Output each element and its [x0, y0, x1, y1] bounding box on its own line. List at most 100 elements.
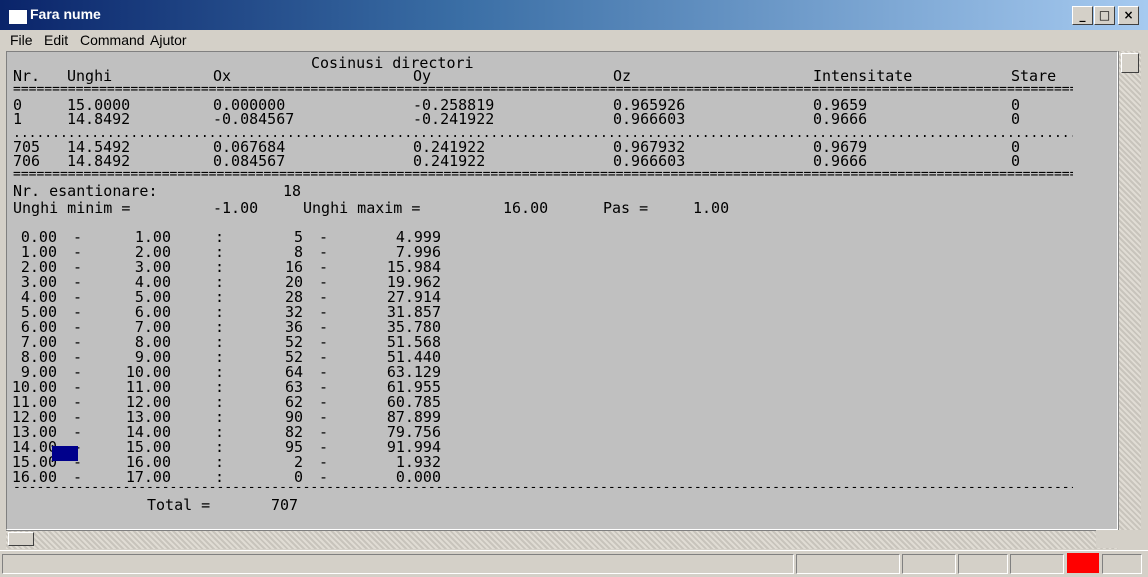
vertical-scrollbar[interactable]: [1118, 51, 1141, 530]
status-panel: [902, 554, 956, 574]
cell-stare: 0: [1011, 152, 1021, 170]
min-angle-label: Unghi minim =: [13, 199, 131, 217]
histogram-dash: -: [319, 258, 329, 276]
histogram-to: 5.00: [134, 288, 171, 306]
histogram-value: 61.955: [386, 378, 441, 396]
maximize-button[interactable]: □: [1094, 6, 1115, 25]
histogram-to: 3.00: [134, 258, 171, 276]
cell-oz: 0.966603: [613, 110, 686, 128]
histogram-value: 7.996: [395, 243, 441, 261]
minimize-icon: _: [1079, 8, 1086, 22]
histogram-to: 10.00: [125, 363, 171, 381]
histogram-from: 15.00: [11, 453, 57, 471]
horizontal-scrollbar[interactable]: [6, 530, 1118, 549]
histogram-to: 17.00: [125, 468, 171, 486]
histogram-colon: :: [215, 438, 225, 456]
histogram-from: 11.00: [11, 393, 57, 411]
histogram-dash: -: [319, 228, 329, 246]
report-heading: Cosinusi directori: [311, 54, 474, 72]
histogram-to: 14.00: [125, 423, 171, 441]
histogram-colon: :: [215, 273, 225, 291]
histogram-value: 4.999: [395, 228, 441, 246]
window-icon[interactable]: [8, 9, 28, 25]
menu-bar: File Edit Command Ajutor: [0, 30, 1148, 51]
histogram-dash: -: [73, 258, 83, 276]
status-panel: [796, 554, 900, 574]
histogram-to: 12.00: [125, 393, 171, 411]
cell-nr: 706: [13, 152, 41, 170]
histogram-dash: -: [319, 468, 329, 486]
vertical-scroll-thumb[interactable]: [1121, 53, 1139, 73]
histogram-dash: -: [73, 393, 83, 411]
horizontal-scroll-thumb[interactable]: [8, 532, 34, 546]
minimize-button[interactable]: _: [1072, 6, 1093, 25]
cell-nr: 1: [13, 110, 23, 128]
histogram-dash: -: [319, 273, 329, 291]
histogram-count: 36: [284, 318, 303, 336]
histogram-dash: -: [73, 243, 83, 261]
histogram-colon: :: [215, 408, 225, 426]
histogram-value: 1.932: [395, 453, 441, 471]
histogram-value: 35.780: [386, 318, 441, 336]
histogram-count: 82: [284, 423, 303, 441]
histogram-dash: -: [319, 363, 329, 381]
max-angle-value: 16.00: [503, 199, 549, 217]
histogram-from: 12.00: [11, 408, 57, 426]
histogram-colon: :: [215, 348, 225, 366]
histogram-dash: -: [73, 423, 83, 441]
cell-intensitate: 0.9666: [813, 110, 868, 128]
menu-ajutor[interactable]: Ajutor: [150, 32, 187, 48]
cell-ox: 0.084567: [213, 152, 286, 170]
max-angle-label: Unghi maxim =: [303, 199, 421, 217]
histogram-to: 13.00: [125, 408, 171, 426]
histogram-dash: -: [73, 318, 83, 336]
histogram-dash: -: [73, 348, 83, 366]
histogram-from: 16.00: [11, 468, 57, 486]
legend-swatch: [52, 446, 78, 461]
histogram-from: 1.00: [20, 243, 57, 261]
histogram-count: 2: [293, 453, 303, 471]
menu-edit[interactable]: Edit: [44, 32, 68, 48]
histogram-from: 7.00: [20, 333, 57, 351]
histogram-colon: :: [215, 333, 225, 351]
histogram-value: 63.129: [386, 363, 441, 381]
histogram-count: 8: [293, 243, 303, 261]
menu-command[interactable]: Command: [80, 32, 145, 48]
cell-unghi: 14.8492: [67, 152, 131, 170]
histogram-colon: :: [215, 423, 225, 441]
histogram-dash: -: [319, 423, 329, 441]
cell-oy: 0.241922: [413, 152, 486, 170]
title-bar[interactable]: Fara nume _ □ ×: [0, 0, 1148, 30]
histogram-to: 8.00: [134, 333, 171, 351]
histogram-to: 4.00: [134, 273, 171, 291]
histogram-from: 9.00: [20, 363, 57, 381]
sampling-label: Nr. esantionare:: [13, 182, 158, 200]
histogram-from: 0.00: [20, 228, 57, 246]
cell-oy: -0.241922: [413, 110, 495, 128]
col-nr: Nr.: [13, 67, 41, 85]
histogram-colon: :: [215, 393, 225, 411]
col-unghi: Unghi: [67, 67, 113, 85]
histogram-count: 63: [284, 378, 303, 396]
window-title: Fara nume: [30, 6, 101, 22]
cell-unghi: 14.8492: [67, 110, 131, 128]
status-bar: [0, 550, 1148, 577]
histogram-from: 6.00: [20, 318, 57, 336]
close-button[interactable]: ×: [1118, 6, 1139, 25]
histogram-count: 16: [284, 258, 303, 276]
scroll-corner: [1096, 530, 1118, 548]
report-area[interactable]: Cosinusi directori Nr. Unghi Ox Oy Oz In…: [6, 51, 1118, 530]
cell-stare: 0: [1011, 110, 1021, 128]
histogram-colon: :: [215, 363, 225, 381]
total-value: 707: [271, 496, 299, 514]
histogram-colon: :: [215, 288, 225, 306]
histogram-count: 52: [284, 348, 303, 366]
histogram-from: 14.00: [11, 438, 57, 456]
separator-double: ========================================…: [13, 86, 1073, 94]
step-label: Pas =: [603, 199, 649, 217]
histogram-colon: :: [215, 468, 225, 486]
histogram-colon: :: [215, 453, 225, 471]
histogram-dash: -: [73, 468, 83, 486]
histogram-dash: -: [319, 318, 329, 336]
menu-file[interactable]: File: [10, 32, 33, 48]
